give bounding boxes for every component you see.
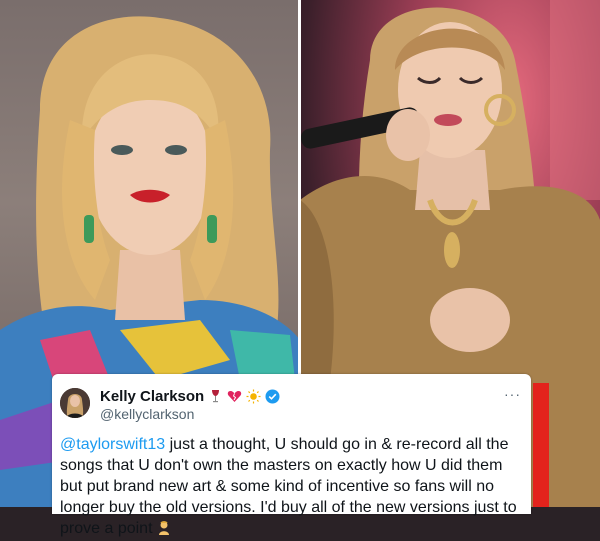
broken-heart-icon	[227, 389, 242, 404]
accent-strip	[533, 383, 549, 507]
avatar-image	[60, 388, 90, 418]
mention-link[interactable]: @taylorswift13	[60, 436, 165, 453]
name-row: Kelly Clarkson	[100, 388, 280, 405]
wine-glass-icon	[208, 389, 223, 404]
avatar[interactable]	[60, 388, 90, 418]
verified-badge-icon	[265, 389, 280, 404]
tweet-text: @taylorswift13 just a thought, U should …	[60, 434, 526, 539]
handle[interactable]: @kellyclarkson	[100, 406, 194, 422]
person-tipping-hand-icon	[157, 520, 172, 535]
display-name[interactable]: Kelly Clarkson	[100, 388, 204, 405]
sun-icon	[246, 389, 261, 404]
more-options-icon[interactable]: ···	[504, 386, 521, 402]
tweet-card[interactable]: Kelly Clarkson @kellyclarkson ··· @taylo…	[52, 374, 531, 537]
